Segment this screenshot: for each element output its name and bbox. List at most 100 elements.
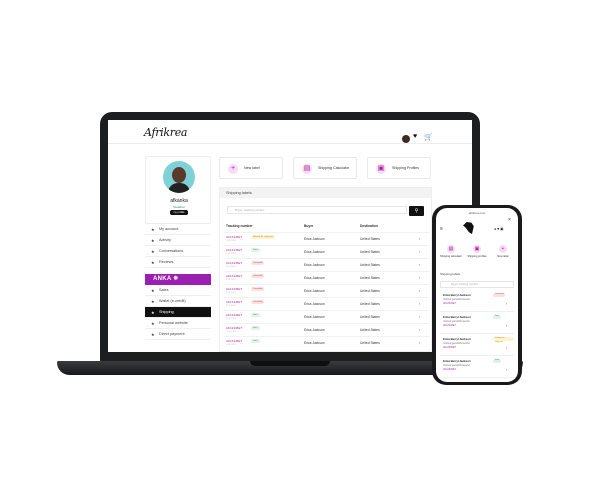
star-icon: ★	[151, 260, 155, 265]
my-profile-button[interactable]: my profile	[170, 210, 188, 215]
new-label-card[interactable]: + New label	[219, 157, 283, 179]
shipping-profiles-card[interactable]: ▣ Shipping Profiles	[367, 157, 431, 179]
sidebar-item-direct-payment[interactable]: ★ Direct payment	[145, 329, 211, 340]
action-label: Shipping calculator	[440, 255, 462, 258]
buyer-address: Unit¤ed gara¤/Montender	[443, 342, 471, 345]
table-row[interactable]: AK12345ET 12.4.2019 Sent Erica Jackson Unite…	[224, 323, 429, 336]
sidebar-item-activity[interactable]: ★ Activity	[145, 235, 211, 246]
sidebar-item-personal-website[interactable]: ★ Personal website	[145, 318, 211, 329]
star-icon: ★	[151, 310, 155, 315]
star-icon: ★	[151, 299, 155, 304]
heart-icon[interactable]: ♥	[413, 133, 417, 140]
buyer-name: Erica Jackson	[304, 341, 325, 345]
phone-new-label[interactable]: + New label	[492, 245, 514, 267]
list-item[interactable]: Erica Berryl Jackson Unit¤ed gara¤/Monten…	[440, 292, 514, 312]
table-row[interactable]: AK12345ET 12.4.2019 Sent Erica Jackson Unite…	[224, 310, 429, 323]
search-input[interactable]: Buyer, tracking number...	[227, 206, 407, 214]
tracking-number[interactable]: AK12345ET	[226, 274, 242, 278]
chevron-right-icon[interactable]: ›	[419, 275, 420, 280]
chevron-right-icon[interactable]: ›	[419, 314, 420, 319]
profile-status: Muakhar	[173, 205, 185, 209]
url-bar[interactable]: afrikrea.com	[436, 211, 518, 215]
chevron-right-icon[interactable]: ›	[419, 327, 420, 332]
list-item[interactable]: Erica Berryl Jackson Unit¤ed gara¤/Monten…	[440, 314, 514, 334]
destination: United States	[360, 237, 380, 241]
tracking-number[interactable]: AK12345ET	[226, 339, 242, 343]
status-badge: Canceled	[493, 293, 506, 297]
row-date: 12.4.2019	[226, 266, 236, 268]
chevron-right-icon[interactable]: ›	[506, 323, 507, 328]
chevron-right-icon[interactable]: ›	[506, 301, 507, 306]
chevron-right-icon[interactable]: ›	[506, 345, 507, 350]
table-row[interactable]: AK12345ET 12.4.2019 Canceled Erica Jackson U…	[224, 258, 429, 271]
buyer-address: Unit¤ed gara¤/Montender	[443, 298, 471, 301]
profiles-icon: ▣	[473, 245, 481, 253]
table-row[interactable]: AK12345ET 12.4.2019 Sent Erica Jackson Unite…	[224, 245, 429, 258]
avatar[interactable]	[402, 135, 410, 143]
chevron-right-icon[interactable]: ›	[419, 301, 420, 306]
tracking-number[interactable]: AK12345ET	[443, 346, 456, 349]
phone-shipping-profiles[interactable]: ▣ Shipping profiles	[466, 245, 488, 267]
row-date: 12.4.2019	[226, 279, 236, 281]
buyer-name: Erica Berryl Jackson	[443, 315, 471, 319]
chevron-right-icon[interactable]: ›	[419, 249, 420, 254]
phone-search-input[interactable]: Buyer, tracking number...	[440, 281, 514, 288]
column-header: Buyer	[304, 224, 314, 228]
destination: United States	[360, 250, 380, 254]
sidebar-item-shipping[interactable]: ★ Shipping	[145, 307, 211, 318]
sidebar-item-conversations[interactable]: ★ Conversations	[145, 246, 211, 257]
tracking-number[interactable]: AK12345ET	[226, 261, 242, 265]
phone-shipping-calculator[interactable]: ▤ Shipping calculator	[440, 245, 462, 267]
close-icon[interactable]: ×	[508, 217, 511, 223]
star-icon: ★	[151, 332, 155, 337]
logo[interactable]: Afrikrea	[144, 126, 188, 139]
tracking-number[interactable]: AK12345ET	[226, 248, 242, 252]
buyer-address: Unit¤ed gara¤/Montender	[443, 364, 471, 367]
tracking-number[interactable]: AK12345ET	[226, 287, 242, 291]
sidebar-item-my-account[interactable]: ★ My account	[145, 224, 211, 235]
chevron-right-icon[interactable]: ›	[419, 262, 420, 267]
column-header: Destination	[360, 224, 378, 228]
row-date: 12.4.2019	[226, 305, 236, 307]
chevron-right-icon[interactable]: ›	[506, 367, 507, 372]
chevron-right-icon[interactable]: ›	[419, 236, 420, 241]
buyer-address: Unit¤ed gara¤/Montender	[443, 320, 471, 323]
sidebar-item-label: Shipping	[159, 310, 174, 314]
hamburger-icon[interactable]: ≡	[440, 226, 443, 232]
profiles-icon: ▣	[376, 164, 386, 174]
tracking-number[interactable]: AK12345ET	[226, 313, 242, 317]
chevron-right-icon[interactable]: ›	[419, 288, 420, 293]
status-badge: Sent	[251, 326, 260, 330]
destination: United States	[360, 302, 380, 306]
sidebar-item-wallet[interactable]: ★ Wallet (e-credit)	[145, 296, 211, 307]
table-row[interactable]: AK12345ET 12.4.2019 Waiting for shipment Er…	[224, 232, 429, 245]
calculator-icon: ▤	[447, 245, 455, 253]
cart-icon[interactable]: 🛒	[424, 133, 433, 141]
table-row[interactable]: AK12345ET 12.4.2019 Canceled Erica Jackson U…	[224, 297, 429, 310]
header-icons[interactable]: ● ♥ ▣	[494, 227, 503, 231]
table-row[interactable]: AK12345ET 12.4.2019 Canceled Erica Jackson U…	[224, 284, 429, 297]
tracking-number[interactable]: AK12345ET	[443, 302, 456, 305]
sidebar-item-sales[interactable]: ★ Sales	[145, 285, 211, 296]
tracking-number[interactable]: AK12345ET	[443, 368, 456, 371]
list-item[interactable]: Erica Berryl Jackson Unit¤ed gara¤/Monten…	[440, 336, 514, 356]
chevron-right-icon[interactable]: ›	[419, 340, 420, 345]
buyer-name: Erica Jackson	[304, 250, 325, 254]
search-icon[interactable]: ⚲	[409, 206, 424, 216]
tracking-number[interactable]: AK12345ET	[226, 235, 242, 239]
plus-icon: +	[228, 164, 238, 174]
list-item[interactable]: Erica Berryl Jackson Unit¤ed gara¤/Monten…	[440, 358, 514, 378]
buyer-name: Erica Berryl Jackson	[443, 359, 471, 363]
tracking-number[interactable]: AK12345ET	[226, 326, 242, 330]
tracking-number[interactable]: AK12345ET	[226, 300, 242, 304]
sidebar-item-label: Reviews	[159, 260, 174, 264]
africa-logo-icon[interactable]	[463, 222, 474, 234]
status-badge: Canceled	[251, 261, 265, 265]
shipping-calculator-card[interactable]: ▤ Shipping Calculator	[293, 157, 357, 179]
sidebar-item-reviews[interactable]: ★ Reviews	[145, 257, 211, 268]
tracking-number[interactable]: AK12345ET	[443, 324, 456, 327]
status-badge: Sent	[251, 339, 260, 343]
table-row[interactable]: AK12345ET 12.4.2019 Sent Erica Jackson Unite…	[224, 336, 429, 349]
table-row[interactable]: AK12345ET 12.4.2019 Canceled Erica Jackson U…	[224, 271, 429, 284]
panel-title: Shipping labels	[220, 188, 431, 198]
